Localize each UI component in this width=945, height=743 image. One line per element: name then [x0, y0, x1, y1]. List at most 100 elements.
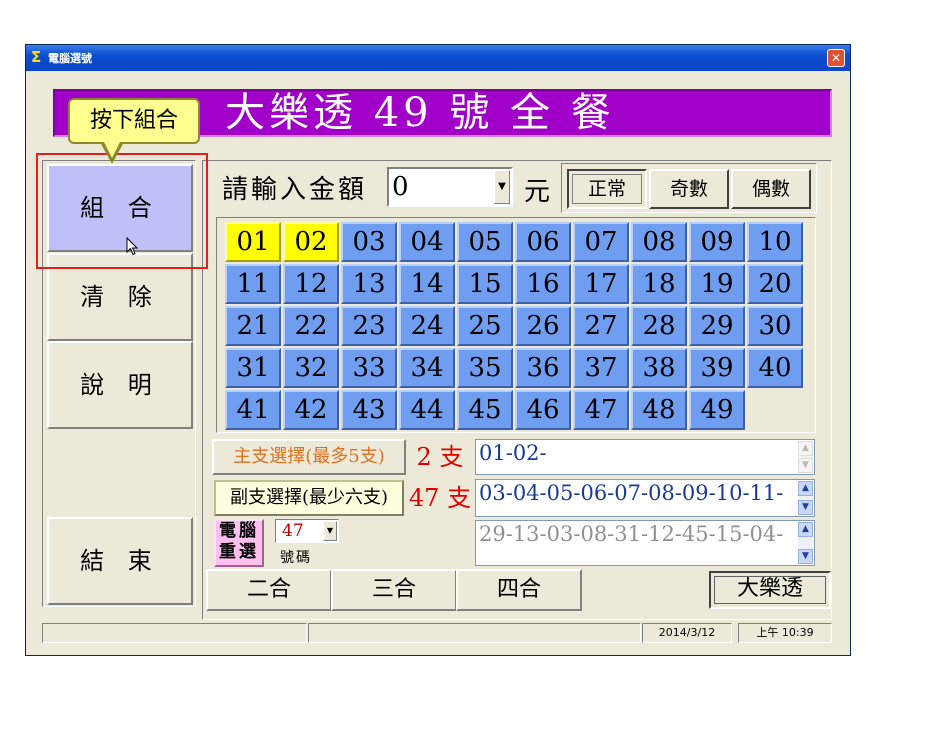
combo-two-button[interactable]: 二合: [206, 569, 332, 611]
number-cell-32[interactable]: 32: [283, 348, 339, 388]
computer-reselect-button[interactable]: 電腦 重選: [214, 519, 264, 567]
number-cell-44[interactable]: 44: [399, 390, 455, 430]
number-cell-43[interactable]: 43: [341, 390, 397, 430]
title-bar[interactable]: Σ 電腦選號 ✕: [26, 45, 850, 71]
number-cell-03[interactable]: 03: [341, 222, 397, 262]
number-cell-23[interactable]: 23: [341, 306, 397, 346]
mode-even-button[interactable]: 偶數: [731, 169, 811, 209]
mode-normal-button[interactable]: 正常: [567, 169, 647, 209]
sidebar-panel: 組 合 清 除 說 明 結 束: [42, 160, 196, 607]
sub-pick-value: 03-04-05-06-07-08-09-10-11-: [479, 481, 784, 505]
number-cell-49[interactable]: 49: [689, 390, 745, 430]
number-cell-40[interactable]: 40: [747, 348, 803, 388]
number-cell-26[interactable]: 26: [515, 306, 571, 346]
number-cell-45[interactable]: 45: [457, 390, 513, 430]
callout-tooltip: 按下組合: [68, 98, 200, 144]
number-cell-13[interactable]: 13: [341, 264, 397, 304]
number-cell-15[interactable]: 15: [457, 264, 513, 304]
number-cell-33[interactable]: 33: [341, 348, 397, 388]
number-cell-31[interactable]: 31: [225, 348, 281, 388]
number-cell-22[interactable]: 22: [283, 306, 339, 346]
number-cell-05[interactable]: 05: [457, 222, 513, 262]
number-cell-18[interactable]: 18: [631, 264, 687, 304]
sub-pick-textbox[interactable]: 03-04-05-06-07-08-09-10-11- ▲ ▼: [475, 479, 815, 517]
sigma-icon: Σ: [31, 48, 42, 66]
lotto-window: Σ 電腦選號 ✕ 大樂透 49 號 全 餐 按下組合 組 合 清 除 說 明 結…: [25, 44, 851, 656]
dropdown-arrow-icon[interactable]: ▼: [323, 521, 337, 541]
sub-pick-scrollbar[interactable]: ▲ ▼: [798, 481, 813, 515]
status-time: 上午 10:39: [738, 623, 832, 643]
mode-odd-button[interactable]: 奇數: [649, 169, 729, 209]
combine-button[interactable]: 組 合: [47, 164, 193, 252]
combo-four-button[interactable]: 四合: [456, 569, 582, 611]
number-cell-06[interactable]: 06: [515, 222, 571, 262]
number-cell-21[interactable]: 21: [225, 306, 281, 346]
close-icon: ✕: [830, 51, 842, 65]
number-cell-34[interactable]: 34: [399, 348, 455, 388]
number-cell-08[interactable]: 08: [631, 222, 687, 262]
number-cell-04[interactable]: 04: [399, 222, 455, 262]
focus-rect: [714, 576, 826, 604]
main-pick-scrollbar[interactable]: ▲ ▼: [798, 441, 813, 473]
number-cell-25[interactable]: 25: [457, 306, 513, 346]
exit-button[interactable]: 結 束: [47, 517, 193, 605]
number-cell-47[interactable]: 47: [573, 390, 629, 430]
scroll-down-icon[interactable]: ▼: [798, 458, 813, 473]
number-cell-12[interactable]: 12: [283, 264, 339, 304]
scroll-up-icon[interactable]: ▲: [798, 481, 813, 496]
computer-pick-textbox[interactable]: 29-13-03-08-31-12-45-15-04- ▲ ▼: [475, 520, 815, 566]
computer-pick-value: 29-13-03-08-31-12-45-15-04-: [479, 522, 784, 546]
window-title: 電腦選號: [48, 52, 92, 65]
help-button[interactable]: 說 明: [47, 341, 193, 429]
clear-button[interactable]: 清 除: [47, 253, 193, 341]
number-cell-48[interactable]: 48: [631, 390, 687, 430]
number-cell-36[interactable]: 36: [515, 348, 571, 388]
number-cell-14[interactable]: 14: [399, 264, 455, 304]
main-pick-textbox[interactable]: 01-02- ▲ ▼: [475, 439, 815, 475]
number-cell-46[interactable]: 46: [515, 390, 571, 430]
number-cell-11[interactable]: 11: [225, 264, 281, 304]
lotto-button[interactable]: 大樂透: [709, 571, 831, 609]
amount-value: 0: [392, 172, 409, 202]
number-cell-39[interactable]: 39: [689, 348, 745, 388]
combo-three-button[interactable]: 三合: [331, 569, 457, 611]
close-button[interactable]: ✕: [827, 49, 845, 67]
number-cell-28[interactable]: 28: [631, 306, 687, 346]
status-date: 2014/3/12: [642, 623, 732, 643]
number-cell-10[interactable]: 10: [747, 222, 803, 262]
number-cell-35[interactable]: 35: [457, 348, 513, 388]
mode-group: 正常 奇數 偶數: [561, 163, 817, 213]
scroll-up-icon[interactable]: ▲: [798, 441, 813, 456]
number-cell-24[interactable]: 24: [399, 306, 455, 346]
main-pick-button[interactable]: 主支選擇(最多5支): [212, 439, 406, 475]
number-cell-27[interactable]: 27: [573, 306, 629, 346]
sub-pick-button[interactable]: 副支選擇(最少六支): [214, 480, 404, 516]
banner-title: 大樂透 49 號 全 餐: [225, 90, 615, 136]
number-cell-19[interactable]: 19: [689, 264, 745, 304]
number-cell-16[interactable]: 16: [515, 264, 571, 304]
number-cell-30[interactable]: 30: [747, 306, 803, 346]
status-panel-1: [42, 623, 307, 643]
number-cell-29[interactable]: 29: [689, 306, 745, 346]
amount-combobox[interactable]: 0 ▼: [387, 167, 513, 207]
computer-count-value: 47: [282, 521, 304, 541]
number-cell-01[interactable]: 01: [225, 222, 281, 262]
main-pick-value: 01-02-: [479, 441, 547, 465]
computer-reselect-line2: 重選: [219, 542, 259, 562]
number-cell-37[interactable]: 37: [573, 348, 629, 388]
number-cell-42[interactable]: 42: [283, 390, 339, 430]
number-cell-38[interactable]: 38: [631, 348, 687, 388]
scroll-down-icon[interactable]: ▼: [798, 549, 813, 564]
scroll-up-icon[interactable]: ▲: [798, 522, 813, 537]
dropdown-arrow-icon[interactable]: ▼: [494, 170, 510, 204]
number-cell-41[interactable]: 41: [225, 390, 281, 430]
number-cell-07[interactable]: 07: [573, 222, 629, 262]
computer-pick-scrollbar[interactable]: ▲ ▼: [798, 522, 813, 564]
scroll-down-icon[interactable]: ▼: [798, 500, 813, 515]
number-cell-20[interactable]: 20: [747, 264, 803, 304]
number-cell-17[interactable]: 17: [573, 264, 629, 304]
number-cell-02[interactable]: 02: [283, 222, 339, 262]
computer-count-combobox[interactable]: 47 ▼: [275, 519, 339, 543]
callout-tail-fill: [103, 140, 121, 158]
number-cell-09[interactable]: 09: [689, 222, 745, 262]
